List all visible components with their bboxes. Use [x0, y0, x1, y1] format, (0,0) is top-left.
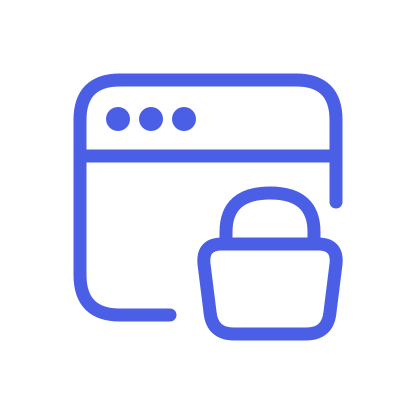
- window-dot-icon: [139, 107, 163, 131]
- window-dot-icon: [106, 107, 130, 131]
- browser-lock-icon: [73, 73, 343, 341]
- padlock-icon: [197, 237, 343, 341]
- padlock-shackle-icon: [219, 186, 321, 251]
- icon-canvas: [0, 0, 417, 417]
- window-dot-icon: [172, 107, 196, 131]
